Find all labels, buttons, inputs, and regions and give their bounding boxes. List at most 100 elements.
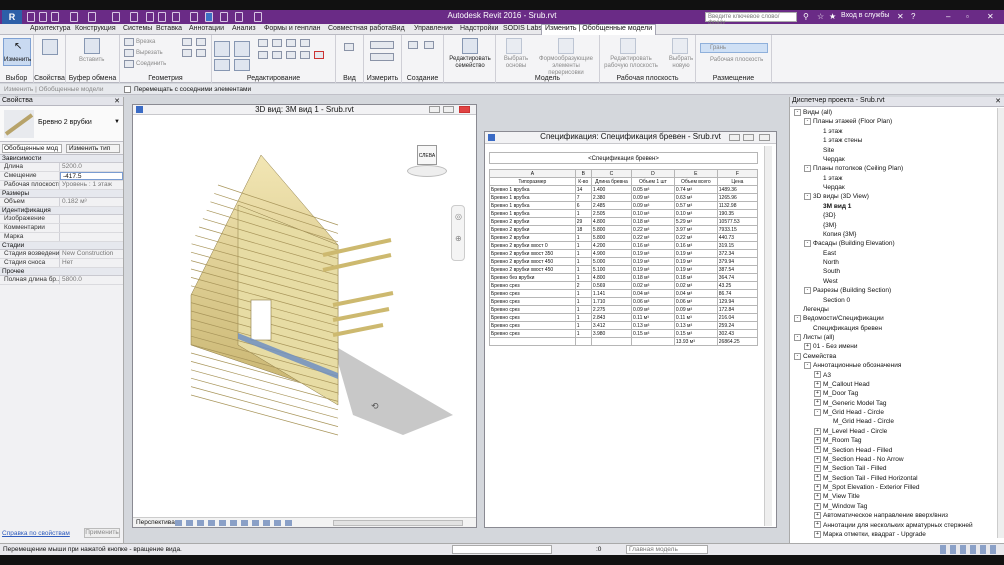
restore-icon[interactable]: ▫ — [966, 12, 969, 21]
schedule-cell[interactable]: 0.05 м³ — [631, 185, 675, 194]
workset-dropdown[interactable] — [452, 545, 552, 554]
schedule-cell[interactable]: 379.94 — [716, 257, 759, 266]
collapse-icon[interactable]: - — [794, 108, 801, 116]
schedule-cell[interactable]: 1 — [574, 329, 592, 338]
dimension-icon[interactable] — [370, 53, 394, 61]
browser-node[interactable]: Чердак — [790, 155, 1003, 164]
schedule-cell[interactable]: 1.400 — [590, 185, 633, 194]
schedule-cell[interactable]: 4.200 — [590, 241, 633, 250]
schedule-cell[interactable]: 319.15 — [716, 241, 759, 250]
schedule-cell[interactable]: 3.980 — [590, 329, 633, 338]
properties-icon[interactable] — [42, 39, 58, 55]
schedule-row[interactable]: Бревно 1 врубка 7 2.380 0.09 м³ 0.63 м³ 1265.… — [489, 193, 759, 202]
hide-icon[interactable] — [344, 43, 354, 51]
schedule-total-row[interactable]: 13.93 м³ 26864.25 — [489, 337, 759, 346]
schedule-cell[interactable]: 0.74 м³ — [673, 185, 718, 194]
schedule-cell[interactable]: Объем 1 шт — [631, 177, 675, 186]
schedule-cell[interactable]: 129.94 — [716, 297, 759, 306]
schedule-cell[interactable]: 440.73 — [716, 233, 759, 242]
edit-type-button[interactable]: Изменить тип — [66, 144, 120, 153]
schedule-cell[interactable] — [489, 337, 576, 346]
mirror-draw-icon[interactable] — [272, 39, 282, 47]
browser-node[interactable]: + M_Section Tail - Filled — [790, 464, 1003, 473]
edit-family-icon[interactable] — [462, 38, 478, 54]
schedule-cell[interactable]: 1 — [574, 297, 592, 306]
schedule-cell[interactable]: 7 — [574, 193, 592, 202]
schedule-row[interactable]: Бревно срез 1 2.843 0.11 м³ 0.11 м³ 216.04 — [489, 313, 759, 322]
schedule-header-row[interactable]: Типоразмер К-во Длина бревна Объем 1 шт Объе… — [489, 177, 759, 186]
schedule-cell[interactable]: C — [590, 169, 633, 178]
move-with-nearby-checkbox[interactable] — [124, 86, 131, 93]
schedule-cell[interactable]: 5.100 — [590, 265, 633, 274]
tab-analyze[interactable]: Анализ — [232, 25, 256, 32]
horizontal-scrollbar[interactable] — [333, 520, 463, 526]
schedule-cell[interactable]: 3.412 — [590, 321, 633, 330]
help-icon[interactable]: ? — [911, 12, 915, 21]
browser-node[interactable]: - Семейства — [790, 352, 1003, 361]
schedule-cell[interactable]: Бревно 2 врубки — [489, 217, 576, 226]
minimize-icon[interactable]: – — [946, 12, 950, 21]
expand-icon[interactable]: + — [814, 436, 821, 444]
schedule-row[interactable]: Бревно срез 1 3.412 0.13 м³ 0.13 м³ 259.24 — [489, 321, 759, 330]
browser-node[interactable]: 1 этаж стены — [790, 136, 1003, 145]
schedule-row[interactable]: Бревно 2 врубки хвост 450 1 5.100 0.19 м³ 0.… — [489, 265, 759, 274]
property-value[interactable]: 0.182 м³ — [60, 198, 123, 206]
browser-scrollbar[interactable] — [997, 108, 1004, 538]
browser-node[interactable]: +01 - Без имени — [790, 342, 1003, 351]
schedule-cell[interactable]: 2.485 — [590, 201, 633, 210]
schedule-cell[interactable]: 190.35 — [716, 209, 759, 218]
schedule-cell[interactable]: 0.57 м³ — [673, 201, 718, 210]
schedule-row[interactable]: Бревно срез 1 2.275 0.09 м³ 0.09 м³ 172.84 — [489, 305, 759, 314]
schedule-cell[interactable]: 1 — [574, 289, 592, 298]
schedule-cell[interactable]: 0.04 м³ — [673, 289, 718, 298]
collapse-icon[interactable]: - — [804, 361, 811, 369]
browser-node[interactable]: + M_Window Tag — [790, 502, 1003, 511]
schedule-cell[interactable]: К-во — [574, 177, 592, 186]
property-value[interactable]: New Construction — [60, 250, 123, 258]
property-section[interactable]: Идентификация — [0, 207, 123, 215]
wall-joins-icon[interactable] — [182, 38, 192, 46]
user-signin[interactable]: Вход в службы — [841, 12, 889, 19]
schedule-cell[interactable]: Цена — [716, 177, 759, 186]
schedule-cell[interactable]: 2 — [574, 281, 592, 290]
tab-massing-site[interactable]: Формы и генплан — [264, 25, 321, 32]
schedule-cell[interactable]: Бревно 1 врубка — [489, 193, 576, 202]
schedule-cell[interactable]: Бревно 2 врубки хвост 350 — [489, 249, 576, 258]
property-value[interactable]: Нет — [60, 259, 123, 267]
schedule-cell[interactable]: Длина бревна — [590, 177, 633, 186]
schedule-cell[interactable]: Бревно срез — [489, 329, 576, 338]
browser-node[interactable]: -3D виды (3D View) — [790, 192, 1003, 201]
schedule-cell[interactable]: Бревно срез — [489, 305, 576, 314]
schedule-cell[interactable]: Бревно срез — [489, 321, 576, 330]
schedule-cell[interactable]: E — [673, 169, 718, 178]
expand-icon[interactable]: + — [814, 483, 821, 491]
tab-insert[interactable]: Вставка — [156, 25, 182, 32]
schedule-cell[interactable]: 1.710 — [590, 297, 633, 306]
properties-help-link[interactable]: Справка по свойствам — [2, 530, 70, 537]
schedule-cell[interactable]: Бревно 1 врубка — [489, 209, 576, 218]
subscription-icon[interactable]: ☆ — [817, 12, 824, 21]
expand-icon[interactable]: + — [814, 380, 821, 388]
schedule-row[interactable]: Бревно срез 1 3.980 0.15 м³ 0.15 м³ 302.43 — [489, 329, 759, 338]
schedule-cell[interactable]: 1 — [574, 265, 592, 274]
collapse-icon[interactable]: - — [794, 352, 801, 360]
schedule-restore-icon[interactable] — [743, 134, 754, 141]
schedule-cell[interactable]: 0.22 м³ — [631, 225, 675, 234]
schedule-cell[interactable]: 1 — [574, 233, 592, 242]
browser-node[interactable]: Легенды — [790, 305, 1003, 314]
browser-node[interactable]: - Планы потолков (Ceiling Plan) — [790, 164, 1003, 173]
schedule-row[interactable]: Бревно 1 врубка 6 2.485 0.09 м³ 0.57 м³ 1132.… — [489, 201, 759, 210]
browser-node[interactable]: + M_Door Tag — [790, 389, 1003, 398]
browser-node[interactable]: M_Grid Head - Circle — [790, 417, 1003, 426]
schedule-cell[interactable]: 5.800 — [590, 233, 633, 242]
schedule-row[interactable]: Бревно 2 врубки 29 4.800 0.18 м³ 5.29 м³ 1057… — [489, 217, 759, 226]
schedule-cell[interactable]: 0.11 м³ — [631, 313, 675, 322]
schedule-cell[interactable]: 0.18 м³ — [673, 273, 718, 282]
measure-tool-icon[interactable] — [370, 41, 394, 49]
schedule-row[interactable]: Бревно срез 1 1.141 0.04 м³ 0.04 м³ 86.74 — [489, 289, 759, 298]
browser-node[interactable]: + A3 — [790, 371, 1003, 380]
expand-icon[interactable]: + — [804, 343, 811, 351]
schedule-row[interactable]: Бревно 1 врубка 14 1.400 0.05 м³ 0.74 м³ 1489… — [489, 185, 759, 194]
schedule-row[interactable]: Бревно 1 врубка 1 2.505 0.10 м³ 0.10 м³ 190.3… — [489, 209, 759, 218]
schedule-cell[interactable]: 0.19 м³ — [631, 249, 675, 258]
